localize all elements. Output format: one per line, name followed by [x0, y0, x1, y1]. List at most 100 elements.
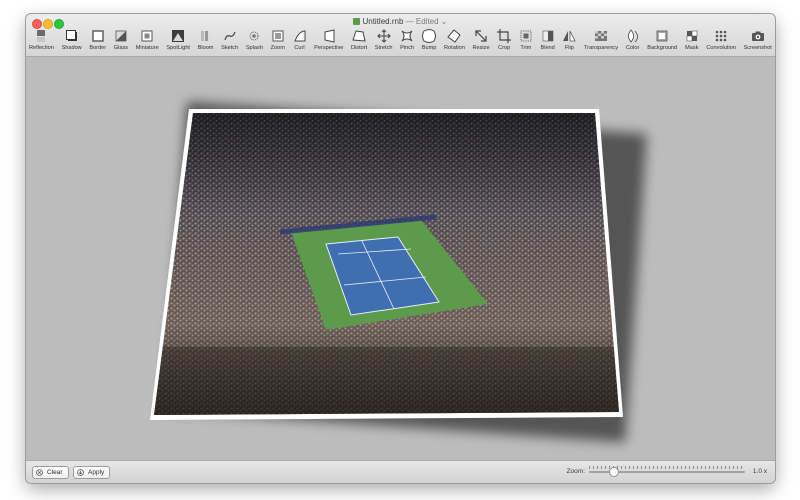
apply-button-label: Apply [88, 469, 105, 476]
document-name: Untitled.rnb [362, 17, 404, 26]
tool-label: Miniature [135, 45, 159, 51]
apply-icon [77, 469, 84, 476]
apply-button[interactable]: Apply [73, 466, 111, 479]
shadow-icon [65, 30, 77, 41]
tool-label: Border [89, 45, 107, 51]
tool-label: Distort [350, 45, 368, 51]
document-icon [353, 18, 361, 25]
tool-curl-button[interactable]: Curl [292, 28, 308, 56]
tool-label: Bloom [197, 45, 214, 51]
tool-bloom-button[interactable]: Bloom [197, 28, 215, 56]
stretch-icon [376, 29, 391, 43]
zoom-value: 1.0 x [752, 468, 767, 475]
tool-label: Crop [498, 45, 511, 51]
reflection-icon [37, 30, 46, 42]
tool-blend-button[interactable]: Blend [539, 28, 555, 56]
tool-miniature-button[interactable]: Miniature [135, 28, 160, 56]
tool-label: Splash [245, 45, 263, 51]
perspective-icon [324, 29, 335, 43]
tool-zoom-button[interactable]: Zoom [270, 28, 286, 56]
image-canvas[interactable] [26, 57, 775, 460]
title-bar: Untitled.rnb — Edited ⌄ Reflection Shadow… [26, 14, 775, 57]
screenshot-icon [751, 31, 764, 41]
bloom-icon [200, 31, 211, 41]
convolution-icon [715, 30, 727, 42]
zoom-icon [272, 30, 284, 42]
tool-pinch-button[interactable]: Pinch [399, 28, 415, 56]
tool-stretch-button[interactable]: Stretch [374, 28, 394, 56]
toolbar: Reflection Shadow Border Glass Miniature Spot… [28, 28, 773, 56]
tool-screenshot-button[interactable]: Screenshot [743, 28, 773, 56]
tool-label: Perspective [314, 45, 344, 51]
tool-glass-button[interactable]: Glass [113, 28, 129, 56]
zoom-slider[interactable] [589, 467, 745, 477]
tool-label: Trim [520, 45, 532, 51]
tool-label: Reflection [29, 45, 54, 51]
tool-label: SpotLight [166, 45, 190, 51]
tool-label: Background [647, 45, 678, 51]
clear-button[interactable]: Clear [32, 466, 69, 479]
tool-reflection-button[interactable]: Reflection [28, 28, 55, 56]
tool-label: Shadow [61, 45, 82, 51]
tool-shadow-button[interactable]: Shadow [61, 28, 83, 56]
tool-background-button[interactable]: Background [646, 28, 678, 56]
splash-icon [249, 31, 259, 41]
tool-bump-button[interactable]: Bump [421, 28, 438, 56]
document-status: Edited [415, 17, 439, 26]
tool-label: Mask [685, 45, 699, 51]
tool-border-button[interactable]: Border [88, 28, 107, 56]
tool-splash-button[interactable]: Splash [245, 28, 264, 56]
bottom-bar: Clear Apply Zoom: 1.0 x [26, 460, 775, 483]
preview-image [150, 109, 623, 420]
tool-transparency-button[interactable]: Transparency [583, 28, 619, 56]
resize-icon [475, 30, 487, 42]
tool-label: Bump [421, 45, 437, 51]
tool-resize-button[interactable]: Resize [471, 28, 490, 56]
miniature-icon [141, 30, 153, 42]
pinch-icon [401, 30, 413, 42]
transparency-icon [595, 31, 608, 41]
distort-icon [352, 30, 366, 42]
tool-sketch-button[interactable]: Sketch [220, 28, 239, 56]
rotation-icon [447, 29, 462, 43]
tool-label: Sketch [221, 45, 239, 51]
title-chevron-icon: ⌄ [440, 17, 448, 26]
color-icon [627, 29, 638, 43]
zoom-slider-knob[interactable] [608, 467, 619, 477]
tool-spotlight-button[interactable]: SpotLight [165, 28, 191, 56]
blend-icon [542, 30, 553, 42]
tool-label: Curl [294, 45, 305, 51]
tool-rotation-button[interactable]: Rotation [443, 28, 466, 56]
tool-crop-button[interactable]: Crop [496, 28, 512, 56]
curl-icon [293, 30, 305, 42]
tool-flip-button[interactable]: Flip [561, 28, 577, 56]
zoom-label: Zoom: [566, 468, 585, 475]
tool-label: Zoom [270, 45, 285, 51]
tool-color-button[interactable]: Color [625, 28, 641, 56]
tool-mask-button[interactable]: Mask [684, 28, 700, 56]
background-icon [656, 30, 668, 42]
tool-label: Transparency [584, 45, 619, 51]
tool-label: Rotation [444, 45, 465, 51]
tool-label: Glass [113, 45, 129, 51]
tool-label: Flip [564, 45, 574, 51]
mask-icon [686, 30, 698, 42]
tool-label: Stretch [374, 45, 393, 51]
bump-icon [422, 29, 437, 43]
tool-label: Pinch [400, 45, 415, 51]
tool-label: Color [625, 45, 640, 51]
title-separator: — [405, 17, 414, 26]
clear-icon [36, 469, 43, 476]
tool-label: Resize [472, 45, 490, 51]
clear-button-label: Clear [47, 469, 63, 476]
tool-distort-button[interactable]: Distort [350, 28, 368, 56]
tool-trim-button[interactable]: Trim [518, 28, 534, 56]
tool-perspective-button[interactable]: Perspective [313, 28, 344, 56]
crop-icon [497, 29, 512, 43]
spotlight-icon [172, 30, 185, 42]
border-icon [92, 30, 104, 42]
window-title[interactable]: Untitled.rnb — Edited ⌄ [26, 17, 775, 26]
sketch-icon [224, 31, 236, 41]
tool-label: Blend [540, 45, 555, 51]
tool-convolution-button[interactable]: Convolution [705, 28, 737, 56]
